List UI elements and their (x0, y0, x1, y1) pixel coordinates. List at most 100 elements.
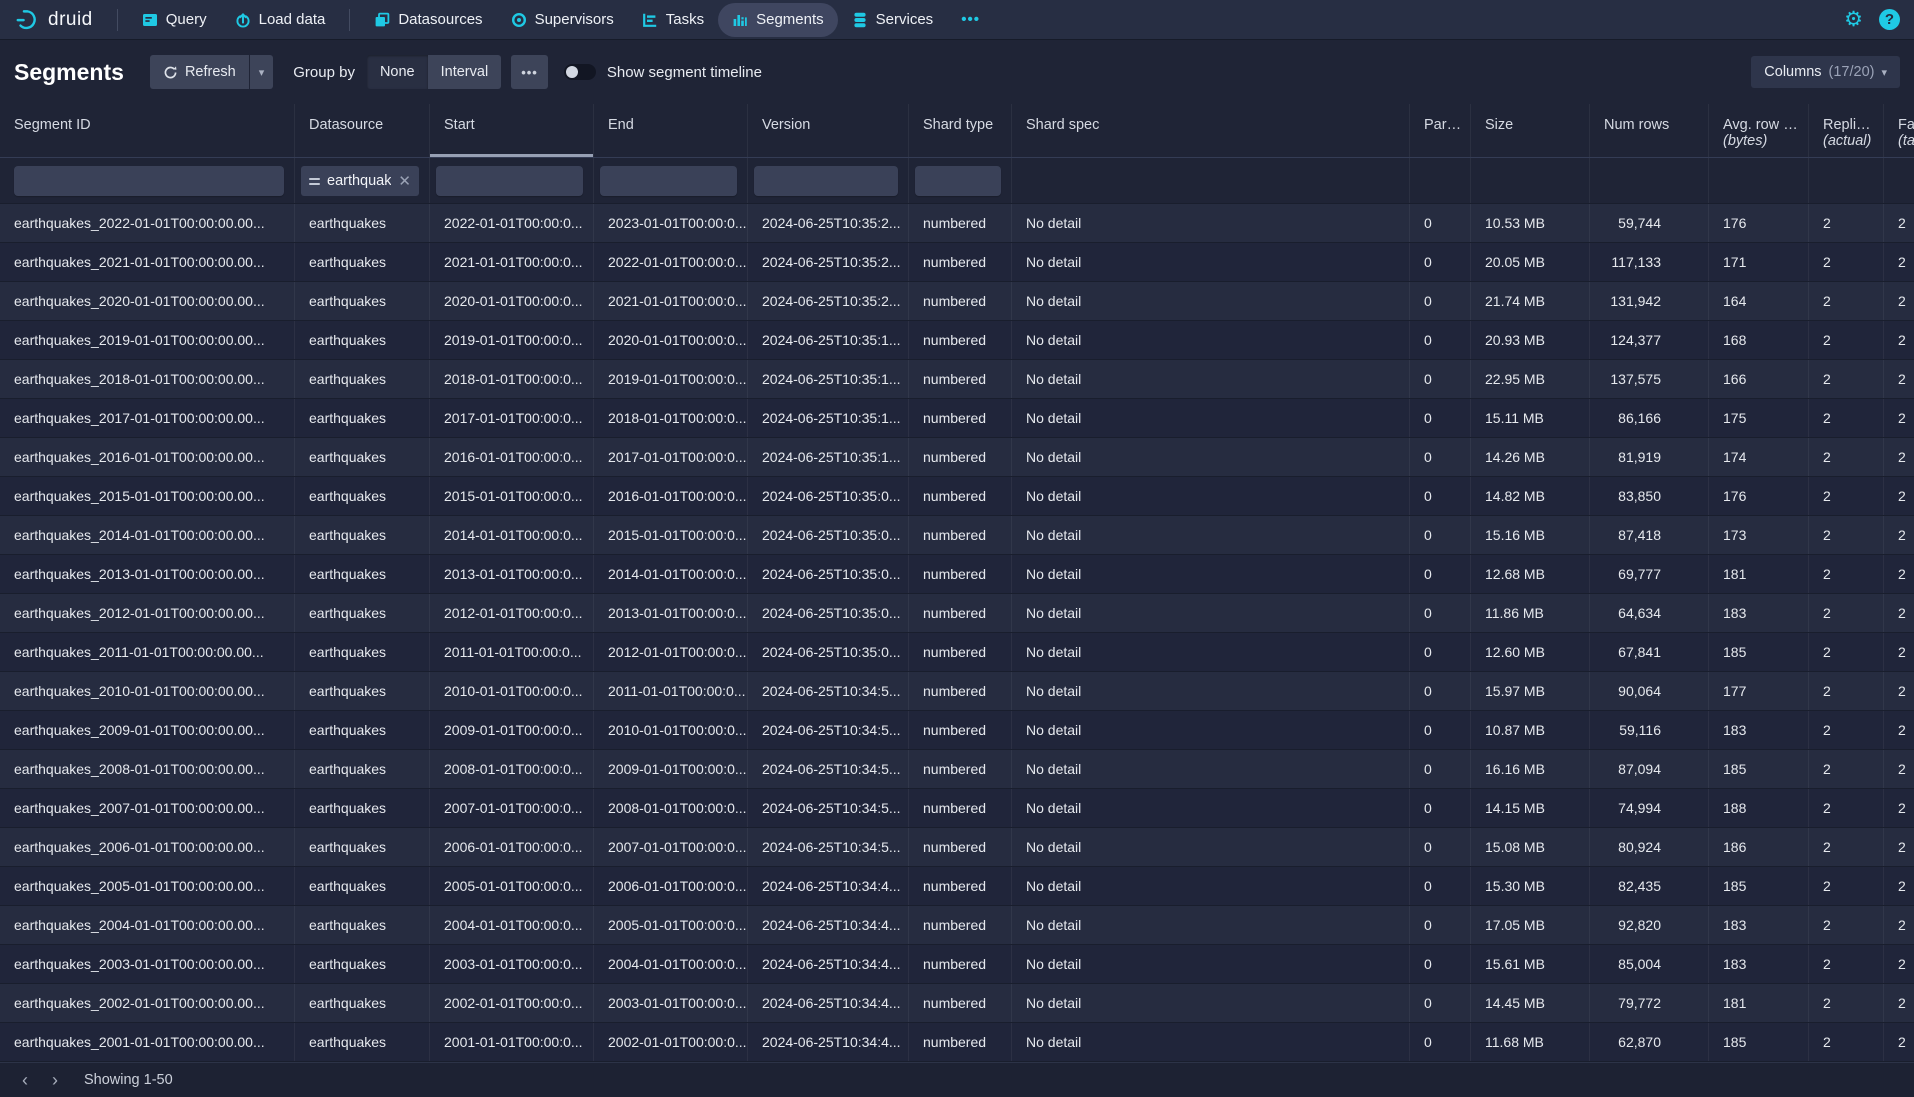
cell-datasource[interactable]: earthquakes (295, 204, 430, 242)
cell-shard_spec[interactable]: No detail (1012, 516, 1410, 554)
cell-num_rows[interactable]: 90,064 (1590, 672, 1709, 710)
cell-shard_type[interactable]: numbered (909, 204, 1012, 242)
cell-replicas[interactable]: 2 (1809, 438, 1884, 476)
cell-factor[interactable]: 2 (1884, 828, 1914, 866)
cell-version[interactable]: 2024-06-25T10:34:5... (748, 672, 909, 710)
cell-factor[interactable]: 2 (1884, 321, 1914, 359)
nav-item-tasks[interactable]: Tasks (628, 3, 718, 37)
cell-size[interactable]: 11.86 MB (1471, 594, 1590, 632)
cell-num_rows[interactable]: 79,772 (1590, 984, 1709, 1022)
cell-shard_type[interactable]: numbered (909, 906, 1012, 944)
cell-factor[interactable]: 2 (1884, 282, 1914, 320)
cell-shard_spec[interactable]: No detail (1012, 945, 1410, 983)
cell-shard_spec[interactable]: No detail (1012, 243, 1410, 281)
cell-end[interactable]: 2022-01-01T00:00:0... (594, 243, 748, 281)
cell-version[interactable]: 2024-06-25T10:34:5... (748, 789, 909, 827)
filter-input-segment_id[interactable] (14, 166, 284, 196)
cell-segment_id[interactable]: earthquakes_2004-01-01T00:00:00.00... (0, 906, 295, 944)
cell-segment_id[interactable]: earthquakes_2021-01-01T00:00:00.00... (0, 243, 295, 281)
cell-shard_spec[interactable]: No detail (1012, 672, 1410, 710)
cell-replicas[interactable]: 2 (1809, 282, 1884, 320)
cell-datasource[interactable]: earthquakes (295, 555, 430, 593)
cell-version[interactable]: 2024-06-25T10:34:4... (748, 945, 909, 983)
cell-replicas[interactable]: 2 (1809, 1023, 1884, 1061)
cell-avg_row_size[interactable]: 183 (1709, 711, 1809, 749)
cell-start[interactable]: 2019-01-01T00:00:0... (430, 321, 594, 359)
cell-factor[interactable]: 2 (1884, 633, 1914, 671)
group-by-option-none[interactable]: None (367, 55, 428, 89)
cell-factor[interactable]: 2 (1884, 204, 1914, 242)
cell-partition[interactable]: 0 (1410, 984, 1471, 1022)
cell-partition[interactable]: 0 (1410, 945, 1471, 983)
cell-start[interactable]: 2014-01-01T00:00:0... (430, 516, 594, 554)
cell-end[interactable]: 2009-01-01T00:00:0... (594, 750, 748, 788)
cell-partition[interactable]: 0 (1410, 633, 1471, 671)
cell-avg_row_size[interactable]: 185 (1709, 633, 1809, 671)
cell-segment_id[interactable]: earthquakes_2002-01-01T00:00:00.00... (0, 984, 295, 1022)
cell-shard_type[interactable]: numbered (909, 867, 1012, 905)
cell-num_rows[interactable]: 81,919 (1590, 438, 1709, 476)
cell-datasource[interactable]: earthquakes (295, 945, 430, 983)
column-header-start[interactable]: Start (430, 104, 594, 157)
cell-datasource[interactable]: earthquakes (295, 711, 430, 749)
cell-version[interactable]: 2024-06-25T10:35:2... (748, 204, 909, 242)
cell-size[interactable]: 16.16 MB (1471, 750, 1590, 788)
cell-shard_type[interactable]: numbered (909, 672, 1012, 710)
cell-avg_row_size[interactable]: 185 (1709, 1023, 1809, 1061)
cell-replicas[interactable]: 2 (1809, 984, 1884, 1022)
cell-avg_row_size[interactable]: 181 (1709, 984, 1809, 1022)
cell-shard_spec[interactable]: No detail (1012, 399, 1410, 437)
cell-replicas[interactable]: 2 (1809, 321, 1884, 359)
cell-datasource[interactable]: earthquakes (295, 867, 430, 905)
cell-start[interactable]: 2016-01-01T00:00:0... (430, 438, 594, 476)
cell-end[interactable]: 2017-01-01T00:00:0... (594, 438, 748, 476)
cell-version[interactable]: 2024-06-25T10:34:5... (748, 750, 909, 788)
cell-size[interactable]: 10.87 MB (1471, 711, 1590, 749)
column-header-size[interactable]: Size (1471, 104, 1590, 157)
cell-factor[interactable]: 2 (1884, 1023, 1914, 1061)
cell-replicas[interactable]: 2 (1809, 555, 1884, 593)
cell-datasource[interactable]: earthquakes (295, 828, 430, 866)
cell-factor[interactable]: 2 (1884, 867, 1914, 905)
cell-replicas[interactable]: 2 (1809, 633, 1884, 671)
cell-num_rows[interactable]: 67,841 (1590, 633, 1709, 671)
cell-factor[interactable]: 2 (1884, 594, 1914, 632)
cell-segment_id[interactable]: earthquakes_2016-01-01T00:00:00.00... (0, 438, 295, 476)
column-header-shard_spec[interactable]: Shard spec (1012, 104, 1410, 157)
gear-icon[interactable]: ⚙ (1844, 9, 1863, 30)
cell-end[interactable]: 2004-01-01T00:00:0... (594, 945, 748, 983)
column-header-version[interactable]: Version (748, 104, 909, 157)
cell-factor[interactable]: 2 (1884, 945, 1914, 983)
cell-end[interactable]: 2020-01-01T00:00:0... (594, 321, 748, 359)
nav-item-datasources[interactable]: Datasources (360, 3, 496, 37)
column-header-datasource[interactable]: Datasource (295, 104, 430, 157)
cell-shard_type[interactable]: numbered (909, 594, 1012, 632)
cell-size[interactable]: 20.05 MB (1471, 243, 1590, 281)
cell-shard_spec[interactable]: No detail (1012, 633, 1410, 671)
cell-replicas[interactable]: 2 (1809, 750, 1884, 788)
cell-avg_row_size[interactable]: 168 (1709, 321, 1809, 359)
cell-num_rows[interactable]: 137,575 (1590, 360, 1709, 398)
cell-version[interactable]: 2024-06-25T10:35:0... (748, 633, 909, 671)
cell-version[interactable]: 2024-06-25T10:34:4... (748, 867, 909, 905)
cell-shard_type[interactable]: numbered (909, 1023, 1012, 1061)
cell-partition[interactable]: 0 (1410, 282, 1471, 320)
cell-segment_id[interactable]: earthquakes_2009-01-01T00:00:00.00... (0, 711, 295, 749)
cell-size[interactable]: 14.26 MB (1471, 438, 1590, 476)
cell-shard_spec[interactable]: No detail (1012, 555, 1410, 593)
filter-input-shard_type[interactable] (915, 166, 1001, 196)
cell-start[interactable]: 2010-01-01T00:00:0... (430, 672, 594, 710)
cell-end[interactable]: 2003-01-01T00:00:0... (594, 984, 748, 1022)
cell-start[interactable]: 2020-01-01T00:00:0... (430, 282, 594, 320)
cell-shard_spec[interactable]: No detail (1012, 906, 1410, 944)
cell-avg_row_size[interactable]: 181 (1709, 555, 1809, 593)
cell-datasource[interactable]: earthquakes (295, 243, 430, 281)
column-header-factor[interactable]: Factor(target) (1884, 104, 1914, 157)
cell-segment_id[interactable]: earthquakes_2003-01-01T00:00:00.00... (0, 945, 295, 983)
segment-timeline-toggle[interactable] (564, 64, 596, 80)
cell-datasource[interactable]: earthquakes (295, 360, 430, 398)
cell-segment_id[interactable]: earthquakes_2008-01-01T00:00:00.00... (0, 750, 295, 788)
cell-size[interactable]: 12.68 MB (1471, 555, 1590, 593)
cell-end[interactable]: 2019-01-01T00:00:0... (594, 360, 748, 398)
cell-replicas[interactable]: 2 (1809, 516, 1884, 554)
